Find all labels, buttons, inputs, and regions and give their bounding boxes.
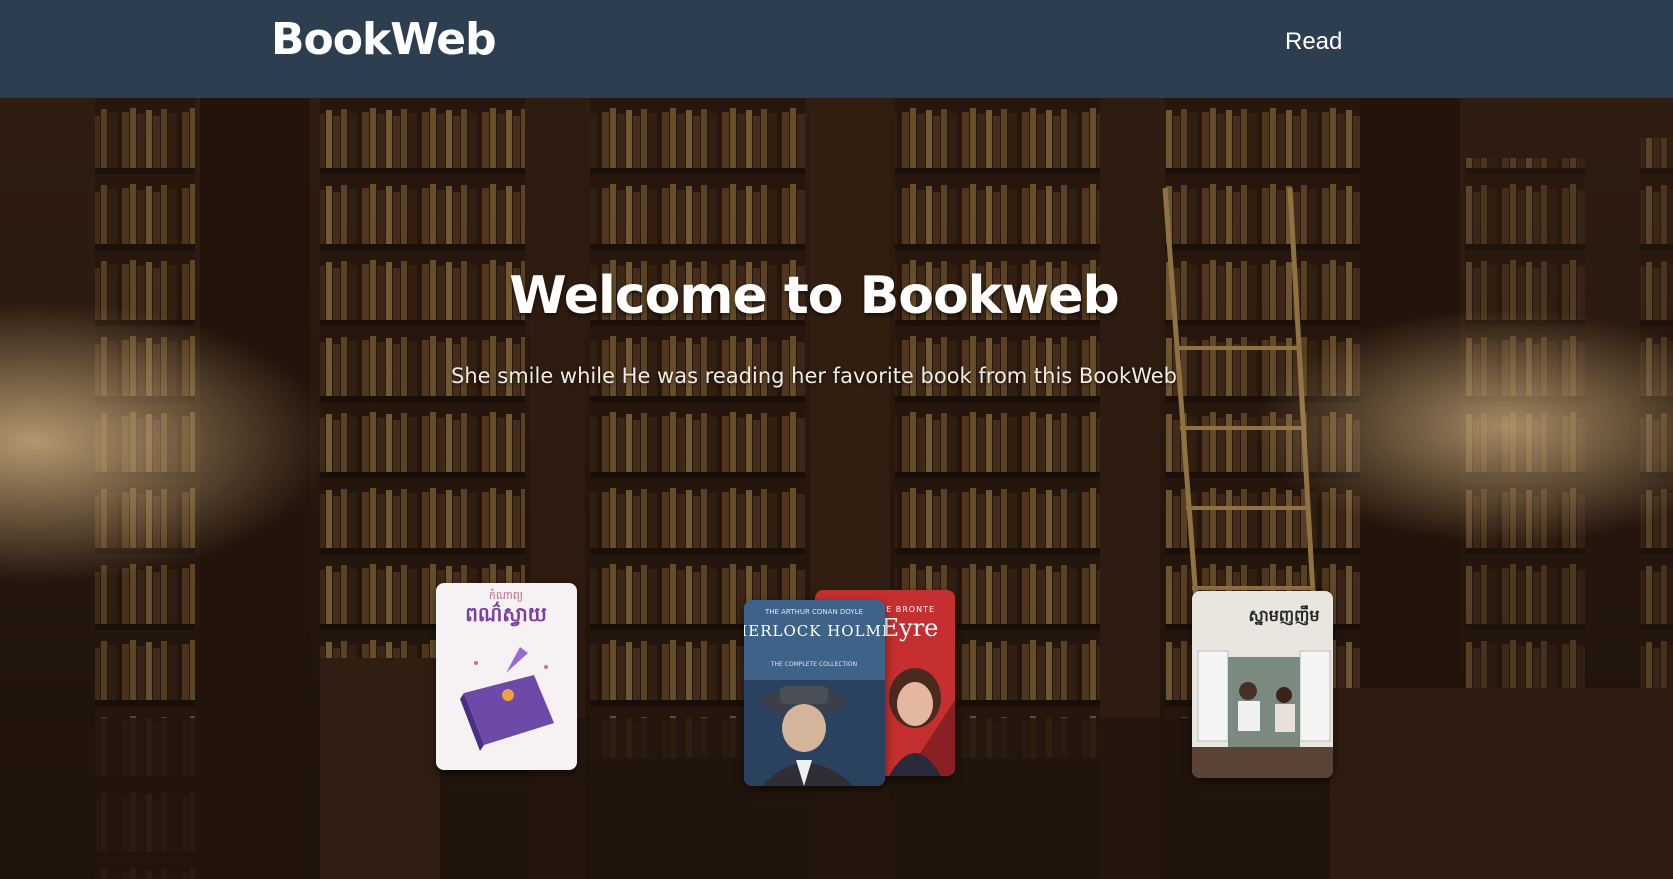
brand-logo[interactable]: BookWeb (271, 14, 497, 65)
book-cover-2[interactable]: THE ARTHUR CONAN DOYLE SHERLOCK HOLMES T… (744, 600, 885, 786)
hero-title: Welcome to Bookweb (509, 266, 1120, 326)
book-2-subtitle: THE COMPLETE COLLECTION (770, 661, 857, 668)
book-cover-1[interactable]: កំណាព្យ ពណ៌ស្វាយ (436, 583, 577, 770)
hero-section: Welcome to Bookweb She smile while He wa… (0, 98, 1673, 879)
book-1-title: ពណ៌ស្វាយ (465, 601, 547, 627)
navbar: BookWeb Read (0, 0, 1673, 98)
book-2-top-text: THE ARTHUR CONAN DOYLE (764, 608, 863, 616)
book-cover-4[interactable]: ស្នាមញញឹម (1192, 591, 1333, 778)
book-4-title: ស្នាមញញឹម (1248, 605, 1319, 626)
book-1-top-text: កំណាព្យ (489, 588, 523, 602)
book-3-title: Eyre (882, 614, 939, 642)
book-3-top-text: E BRONTE (886, 605, 935, 614)
book-2-title: SHERLOCK HOLMES (744, 622, 885, 640)
hero-subtitle: She smile while He was reading her favor… (451, 364, 1177, 388)
nav-link-read[interactable]: Read (1285, 28, 1342, 56)
